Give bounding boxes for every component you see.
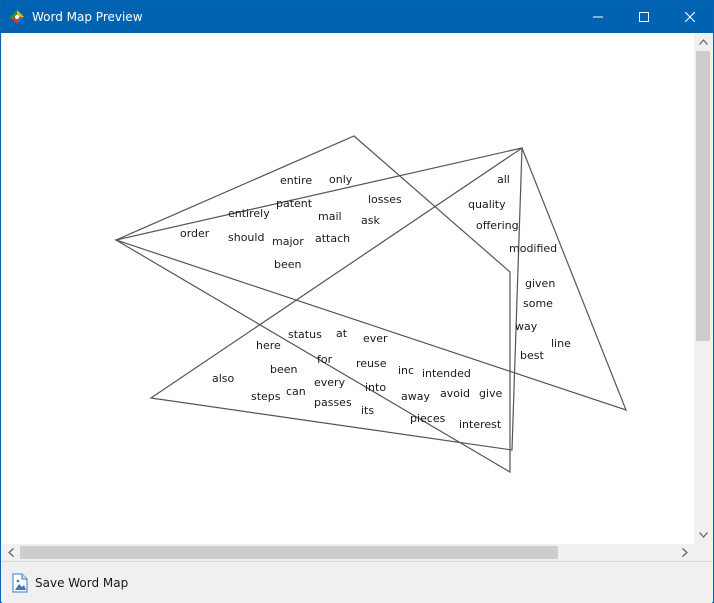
word-at: at <box>336 327 348 340</box>
app-logo-icon <box>10 10 24 24</box>
word-patent: patent <box>276 197 313 210</box>
word-only: only <box>329 173 353 186</box>
word-can: can <box>286 385 306 398</box>
word-inc: inc <box>398 364 414 377</box>
word-quality: quality <box>468 198 506 211</box>
close-button[interactable] <box>667 1 713 33</box>
word-entire: entire <box>280 174 312 187</box>
word-map-canvas: only entire losses patent mail entirely … <box>12 41 692 551</box>
word-line: line <box>551 337 571 350</box>
word-modified: modified <box>509 242 557 255</box>
horizontal-scrollbar[interactable] <box>2 544 694 561</box>
word-some: some <box>523 297 553 310</box>
word-here: here <box>256 339 281 352</box>
save-word-map-button[interactable]: Save Word Map <box>12 573 128 593</box>
word-every: every <box>314 376 346 389</box>
word-away: away <box>401 390 430 403</box>
minimize-icon <box>593 16 603 18</box>
horizontal-scroll-thumb[interactable] <box>20 546 558 559</box>
save-image-icon <box>12 573 28 592</box>
word-all: all <box>497 173 510 186</box>
word-map-drawing: only entire losses patent mail entirely … <box>113 135 628 474</box>
word-into: into <box>365 381 386 394</box>
word-been: been <box>274 258 302 271</box>
chevron-left-icon <box>8 547 14 557</box>
word-reuse: reuse <box>356 357 387 370</box>
word-order: order <box>180 227 210 240</box>
word-mail: mail <box>318 210 342 223</box>
word-ask: ask <box>361 214 380 227</box>
word-map-window: Word Map Preview only entire losses pate… <box>0 0 714 603</box>
word-interest: interest <box>459 418 502 431</box>
footer-bar: Save Word Map <box>2 561 712 603</box>
word-avoid: avoid <box>440 387 470 400</box>
word-attach: attach <box>315 232 350 245</box>
word-pieces: pieces <box>410 412 446 425</box>
minimize-button[interactable] <box>575 1 621 33</box>
window-controls <box>575 1 713 33</box>
word-best: best <box>520 349 544 362</box>
chevron-up-icon <box>698 39 708 45</box>
vertical-scrollbar[interactable] <box>694 33 712 544</box>
close-icon <box>685 12 695 22</box>
word-offering: offering <box>476 219 519 232</box>
scroll-right-button[interactable] <box>677 544 693 560</box>
word-its: its <box>361 404 374 417</box>
word-status: status <box>288 328 322 341</box>
word-entirely: entirely <box>228 207 270 220</box>
scrollbar-corner <box>694 544 712 561</box>
word-steps: steps <box>251 390 281 403</box>
scroll-down-button[interactable] <box>695 527 711 543</box>
word-given: given <box>525 277 555 290</box>
vertical-scroll-thumb[interactable] <box>696 51 710 341</box>
maximize-button[interactable] <box>621 1 667 33</box>
word-been-2: been <box>270 363 298 376</box>
word-give: give <box>479 387 503 400</box>
save-word-map-label: Save Word Map <box>35 575 129 590</box>
word-passes: passes <box>314 396 352 409</box>
word-intended: intended <box>422 367 471 380</box>
word-should: should <box>228 231 264 244</box>
word-for: for <box>317 353 333 366</box>
word-ever: ever <box>363 332 388 345</box>
preview-area: only entire losses patent mail entirely … <box>2 33 712 561</box>
title-bar[interactable]: Word Map Preview <box>1 1 713 33</box>
word-also: also <box>212 372 235 385</box>
maximize-icon <box>639 12 649 22</box>
chevron-right-icon <box>682 547 688 557</box>
chevron-down-icon <box>698 532 708 538</box>
scroll-up-button[interactable] <box>695 34 711 50</box>
window-title: Word Map Preview <box>32 10 143 24</box>
word-major: major <box>272 235 304 248</box>
scroll-left-button[interactable] <box>3 544 19 560</box>
word-losses: losses <box>368 193 402 206</box>
word-way: way <box>515 320 538 333</box>
